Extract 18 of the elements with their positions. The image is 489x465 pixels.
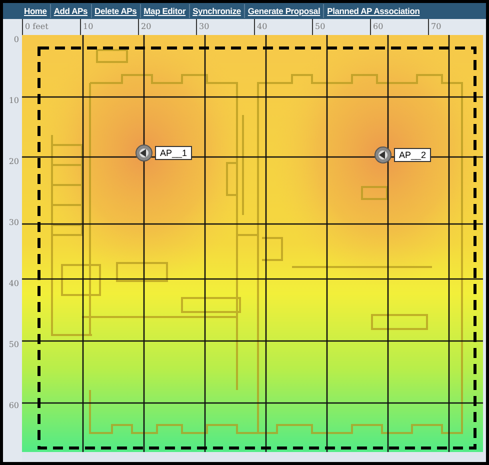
- nav-link[interactable]: Home: [21, 4, 51, 18]
- nav-link[interactable]: Generate Proposal: [244, 4, 324, 18]
- ruler-label: 10: [8, 96, 20, 107]
- access-point-icon[interactable]: [374, 146, 392, 164]
- ruler-label: 60: [8, 401, 20, 412]
- nav-link[interactable]: Delete APs: [92, 4, 141, 18]
- ruler-label: 0: [12, 35, 20, 46]
- nav-link[interactable]: Add APs: [50, 4, 92, 18]
- ruler-label: 20: [8, 157, 20, 168]
- access-point-icon[interactable]: [135, 144, 153, 162]
- ruler-label: 50: [8, 340, 20, 351]
- ruler-label: 30: [8, 218, 20, 229]
- nav-link[interactable]: Map Editor: [140, 4, 190, 18]
- access-point-label[interactable]: AP__2: [394, 148, 432, 162]
- nav-link[interactable]: Synchronize: [190, 4, 245, 18]
- nav-link[interactable]: Planned AP Association: [324, 4, 423, 18]
- ruler-label: 40: [8, 279, 20, 290]
- access-point-label[interactable]: AP__1: [155, 146, 192, 160]
